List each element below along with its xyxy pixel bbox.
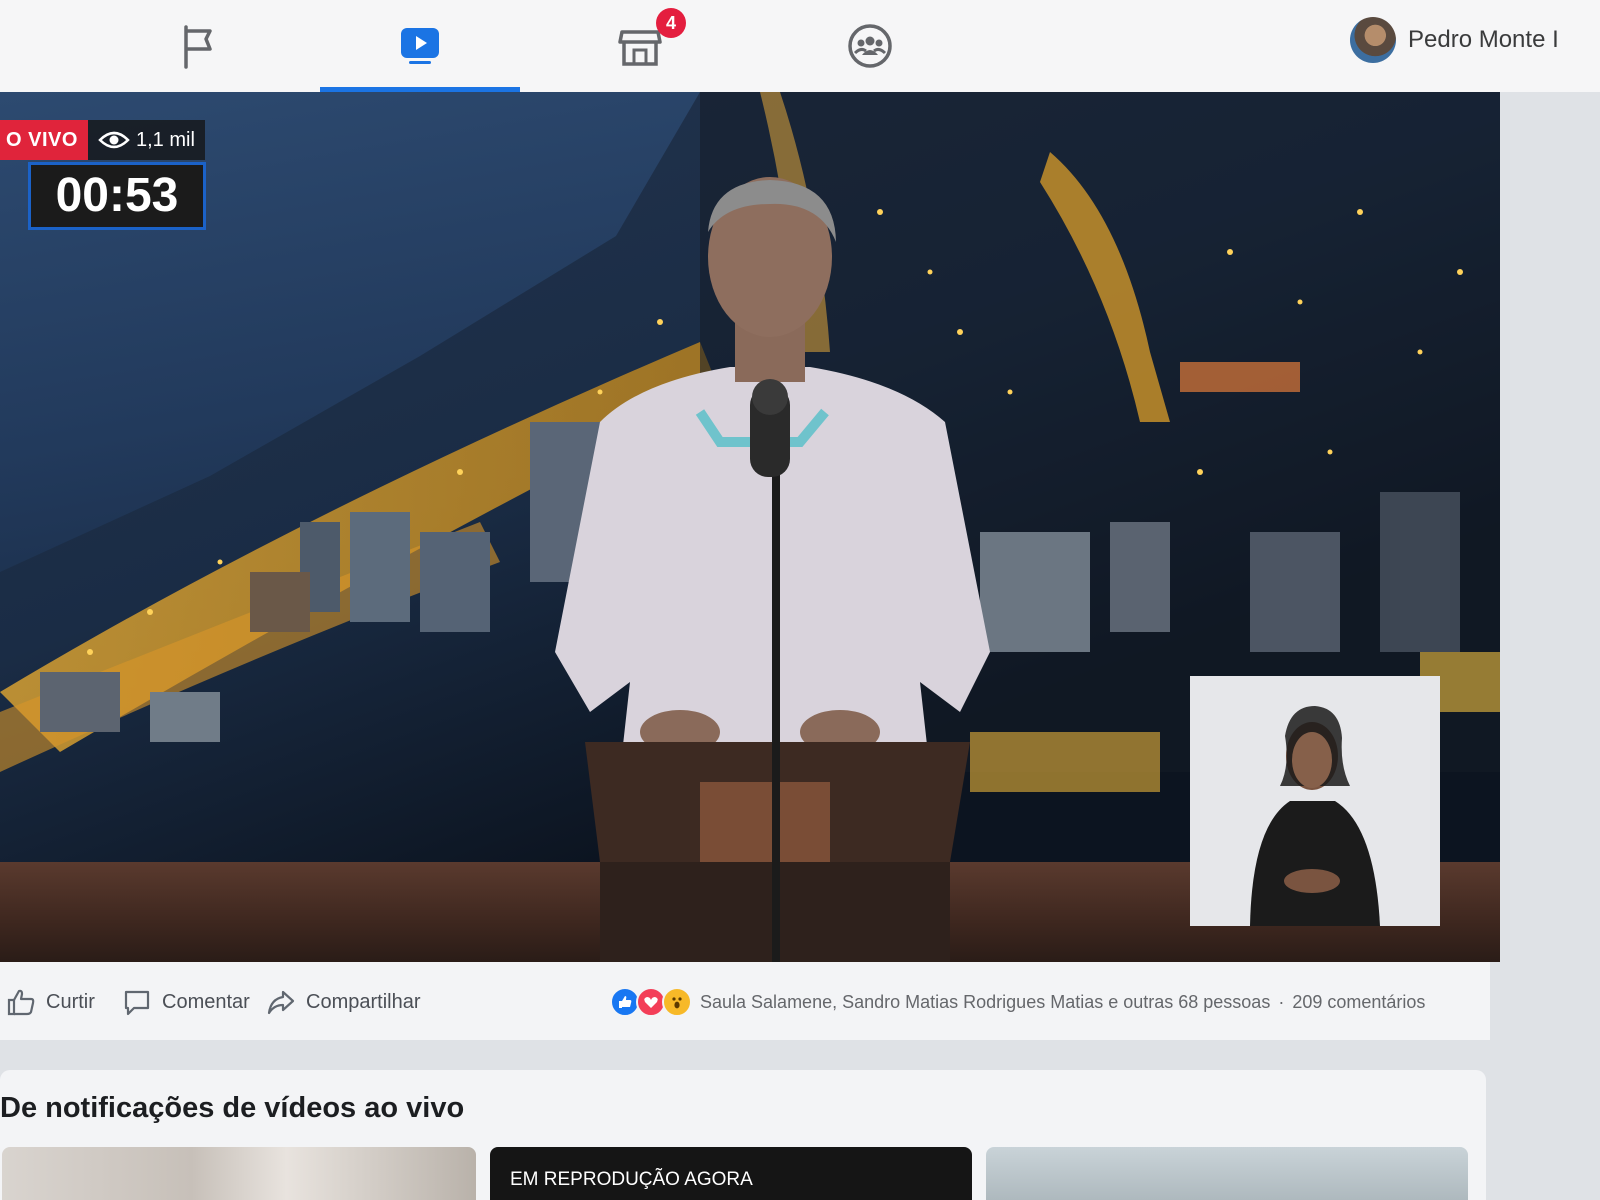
thumbs-up-icon — [7, 989, 35, 1016]
like-button[interactable]: Curtir — [6, 984, 95, 1020]
live-timer: 00:53 — [28, 162, 206, 230]
now-playing-label: EM REPRODUÇÃO AGORA — [510, 1169, 753, 1190]
tab-pages[interactable] — [100, 0, 300, 92]
reactions-summary[interactable]: Saula Salamene, Sandro Matias Rodrigues … — [610, 984, 1425, 1020]
wow-icon — [662, 987, 692, 1017]
sign-language-interpreter — [1190, 676, 1440, 926]
avatar — [1350, 17, 1396, 63]
comment-button[interactable]: Comentar — [122, 984, 250, 1020]
comment-icon — [124, 990, 150, 1016]
comments-count-link[interactable]: 209 comentários — [1292, 992, 1425, 1013]
post-action-bar: Curtir Comentar Compartilhar Saula Salam… — [0, 962, 1490, 1040]
tab-groups[interactable] — [770, 0, 970, 92]
tab-watch[interactable] — [320, 0, 520, 92]
marketplace-icon — [618, 30, 662, 66]
video-thumbnail[interactable] — [2, 1147, 476, 1200]
play-icon — [401, 28, 439, 64]
reactions-names: Saula Salamene, Sandro Matias Rodrigues … — [700, 991, 1271, 1012]
comment-label: Comentar — [162, 990, 250, 1013]
flag-icon — [184, 25, 212, 69]
live-notifications-section: De notificações de vídeos ao vivo EM REP… — [0, 1070, 1486, 1200]
video-thumbnail-now-playing[interactable]: EM REPRODUÇÃO AGORA — [490, 1147, 972, 1200]
share-label: Compartilhar — [306, 990, 421, 1013]
profile-button[interactable]: Pedro Monte I — [1350, 14, 1600, 66]
live-video-player[interactable]: O VIVO 1,1 mil 00:53 — [0, 92, 1500, 962]
like-label: Curtir — [46, 990, 95, 1013]
section-title: De notificações de vídeos ao vivo — [0, 1092, 465, 1124]
live-badge: O VIVO — [0, 120, 88, 160]
top-navigation: 4 Pedro Monte I — [0, 0, 1600, 92]
share-button[interactable]: Compartilhar — [266, 984, 420, 1020]
eye-icon — [98, 131, 130, 149]
video-thumbnail[interactable] — [986, 1147, 1468, 1200]
viewer-count: 1,1 mil — [88, 120, 205, 160]
separator-dot: · — [1278, 991, 1285, 1012]
tab-marketplace[interactable]: 4 — [540, 0, 740, 92]
share-icon — [267, 990, 295, 1015]
interpreter-figure — [1250, 706, 1380, 926]
viewer-count-value: 1,1 mil — [136, 128, 195, 151]
groups-icon — [848, 24, 892, 68]
profile-name: Pedro Monte I — [1408, 26, 1559, 53]
notification-badge: 4 — [656, 8, 686, 38]
